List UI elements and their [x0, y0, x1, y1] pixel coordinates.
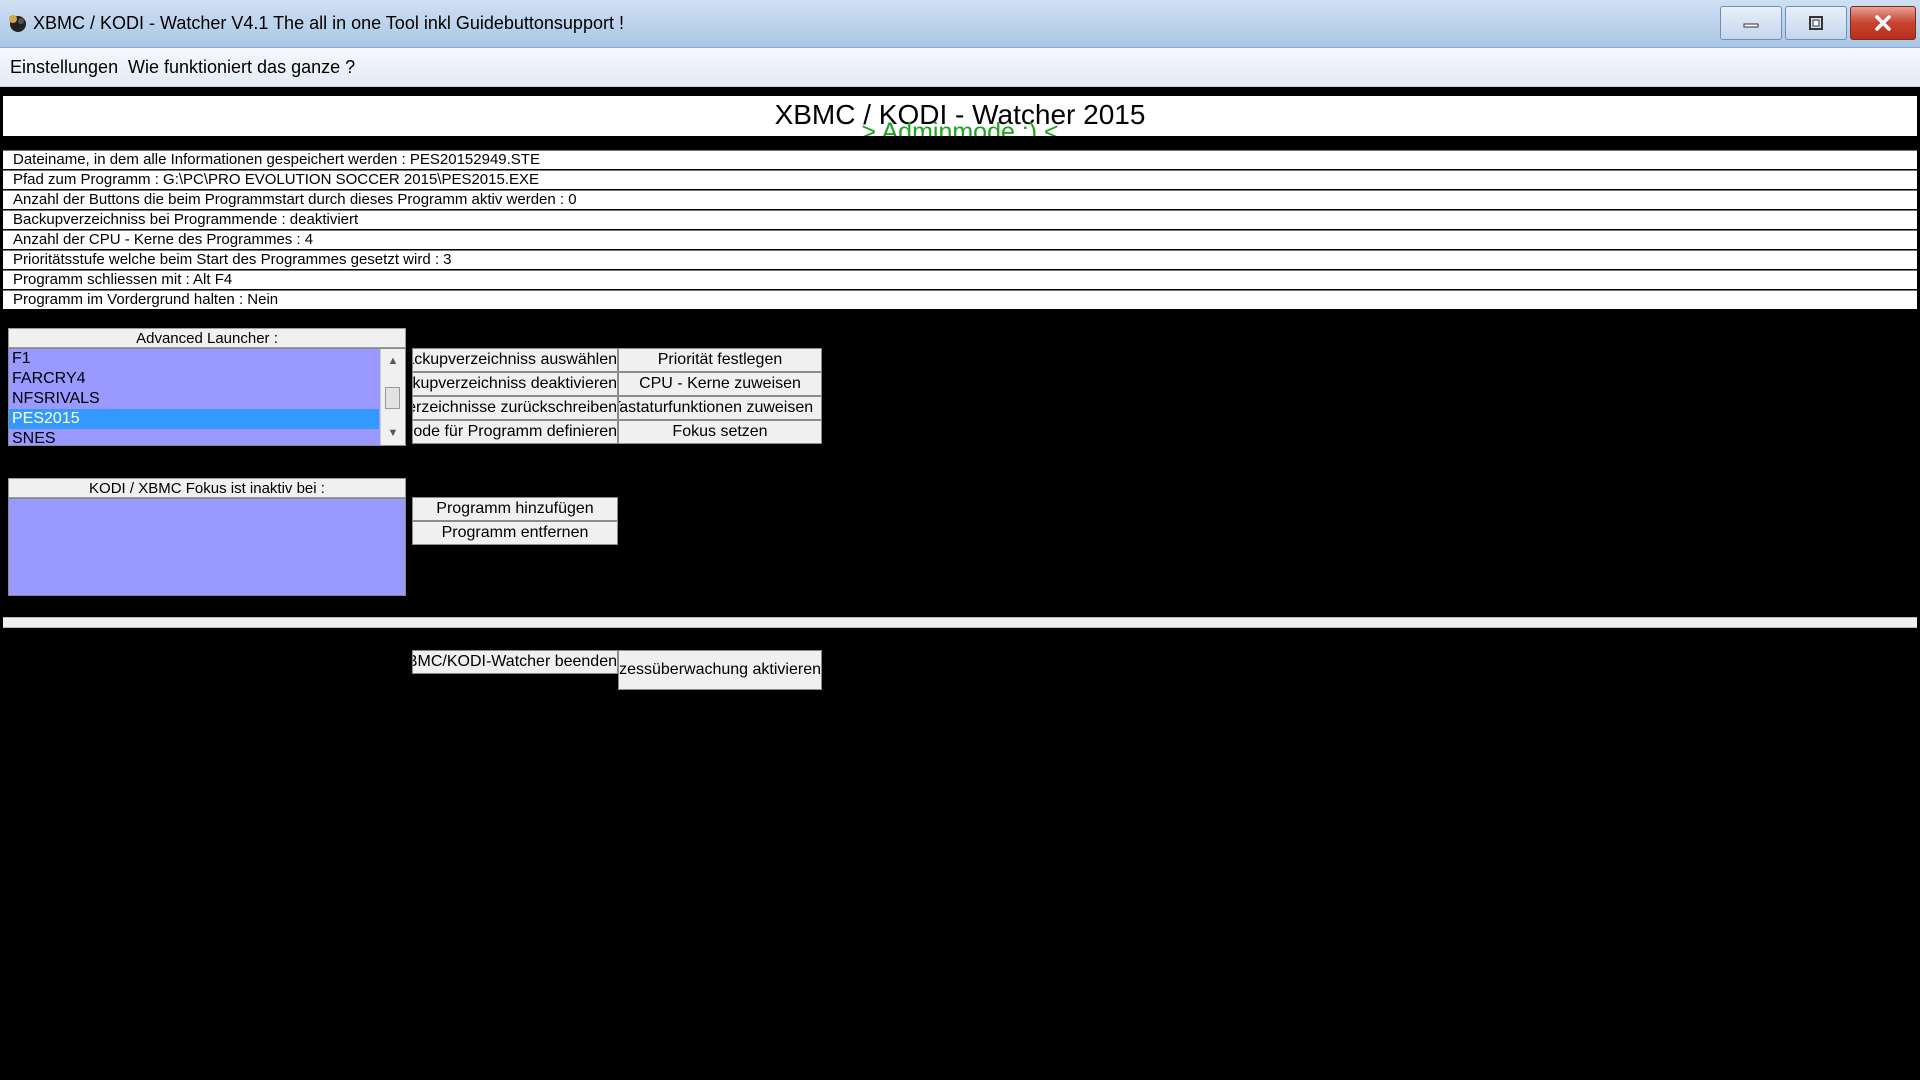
close-method-button[interactable]: Schliessmethode für Programm definieren: [412, 420, 618, 444]
info-text: Backupverzeichniss bei Programmende : de…: [13, 211, 359, 228]
focus-list[interactable]: [8, 498, 406, 596]
list-item-selected[interactable]: PES2015: [9, 409, 379, 429]
maximize-button[interactable]: [1785, 6, 1847, 40]
list-item[interactable]: NFSRIVALS: [9, 389, 405, 409]
cpu-cores-button[interactable]: CPU - Kerne zuweisen: [618, 372, 822, 396]
list-item[interactable]: SNES: [9, 429, 405, 445]
info-text: Anzahl der CPU - Kerne des Programmes : …: [13, 231, 314, 248]
info-row: Pfad zum Programm : G:\PC\PRO EVOLUTION …: [3, 170, 1917, 189]
minimize-icon: [1743, 23, 1759, 28]
remove-program-button[interactable]: Programm entfernen: [412, 521, 618, 545]
info-text: Dateiname, in dem alle Informationen ges…: [13, 151, 540, 168]
info-text: Programm im Vordergrund halten : Nein: [13, 291, 279, 308]
header-banner: XBMC / KODI - Watcher 2015 > Adminmode :…: [3, 96, 1917, 136]
scroll-down-icon[interactable]: ▼: [381, 423, 405, 443]
info-row: Prioritätsstufe welche beim Start des Pr…: [3, 250, 1917, 269]
window-title: XBMC / KODI - Watcher V4.1 The all in on…: [33, 13, 624, 33]
close-button[interactable]: [1850, 6, 1916, 40]
adminmode-label: > Adminmode :) <: [861, 118, 1059, 136]
info-row: Anzahl der Buttons die beim Programmstar…: [3, 190, 1917, 209]
backup-reset-button[interactable]: Backupverzeichnisse zurückschreiben: [412, 396, 618, 420]
main-window: XBMC / KODI - Watcher V4.1 The all in on…: [0, 0, 1920, 1080]
process-watch-button[interactable]: Prozessüberwachung aktivieren: [618, 650, 822, 690]
add-program-button[interactable]: Programm hinzufügen: [412, 497, 618, 521]
info-text: Anzahl der Buttons die beim Programmstar…: [13, 191, 577, 208]
maximize-icon: [1809, 16, 1823, 30]
info-text: Prioritätsstufe welche beim Start des Pr…: [13, 251, 452, 268]
info-text: Pfad zum Programm : G:\PC\PRO EVOLUTION …: [13, 171, 540, 188]
input-functions-button[interactable]: Maus und Tastaturfunktionen zuweisen: [618, 396, 822, 420]
quit-watcher-button[interactable]: XBMC/KODI-Watcher beenden: [412, 650, 618, 674]
info-row: Dateiname, in dem alle Informationen ges…: [3, 150, 1917, 169]
info-text: Programm schliessen mit : Alt F4: [13, 271, 233, 288]
info-row: Programm im Vordergrund halten : Nein: [3, 290, 1917, 309]
separator: [3, 617, 1917, 628]
priority-button[interactable]: Priorität festlegen: [618, 348, 822, 372]
backup-select-button[interactable]: Backupverzeichniss auswählen: [412, 348, 618, 372]
list-item[interactable]: F1: [9, 349, 405, 369]
app-icon: [9, 15, 26, 32]
focus-button[interactable]: Fokus setzen: [618, 420, 822, 444]
list-item[interactable]: FARCRY4: [9, 369, 405, 389]
info-row: Anzahl der CPU - Kerne des Programmes : …: [3, 230, 1917, 249]
launcher-list[interactable]: F1 FARCRY4 NFSRIVALS PES2015 SNES ▲ ▼: [8, 348, 406, 446]
launcher-scrollbar[interactable]: ▲ ▼: [380, 349, 405, 445]
focus-header: KODI / XBMC Fokus ist inaktiv bei :: [8, 478, 406, 498]
info-row: Programm schliessen mit : Alt F4: [3, 270, 1917, 289]
minimize-button[interactable]: [1720, 6, 1782, 40]
backup-disable-button[interactable]: Backupverzeichniss deaktivieren: [412, 372, 618, 396]
close-icon: [1875, 15, 1891, 31]
launcher-header: Advanced Launcher :: [8, 328, 406, 348]
scroll-up-icon[interactable]: ▲: [381, 351, 405, 371]
menu-settings[interactable]: Einstellungen: [10, 57, 118, 78]
info-row: Backupverzeichniss bei Programmende : de…: [3, 210, 1917, 229]
title-bar[interactable]: XBMC / KODI - Watcher V4.1 The all in on…: [0, 0, 1920, 48]
menu-howto[interactable]: Wie funktioniert das ganze ?: [128, 57, 355, 78]
scroll-thumb[interactable]: [385, 387, 400, 409]
menu-bar: Einstellungen Wie funktioniert das ganze…: [0, 48, 1920, 87]
